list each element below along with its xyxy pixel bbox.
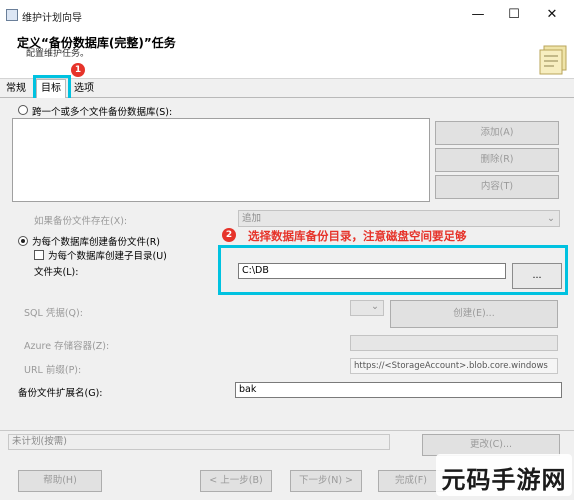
- url-prefix-label: URL 前缀(P):: [24, 365, 82, 376]
- folder-input[interactable]: C:\DB: [238, 263, 506, 279]
- extension-label: 备份文件扩展名(G):: [18, 388, 103, 399]
- back-button[interactable]: < 上一步(B): [200, 470, 272, 492]
- azure-container-select[interactable]: [350, 335, 558, 351]
- add-button[interactable]: 添加(A): [435, 121, 559, 145]
- tab-general[interactable]: 常规: [2, 81, 30, 97]
- per-db-label: 为每个数据库创建备份文件(R): [32, 237, 161, 248]
- span-files-label: 跨一个或多个文件备份数据库(S):: [32, 107, 173, 118]
- azure-container-label: Azure 存储容器(Z):: [24, 341, 110, 352]
- annotation-note: 选择数据库备份目录，注意磁盘空间要足够: [248, 229, 467, 243]
- subdir-checkbox[interactable]: [34, 250, 44, 260]
- sql-credential-label: SQL 凭据(Q):: [24, 308, 83, 319]
- wizard-app-icon: [6, 9, 18, 21]
- next-button[interactable]: 下一步(N) >: [290, 470, 362, 492]
- schedule-field: 未计划(按需): [8, 434, 390, 450]
- span-files-radio[interactable]: [18, 105, 28, 115]
- change-schedule-button[interactable]: 更改(C)...: [422, 434, 560, 456]
- extension-input[interactable]: bak: [235, 382, 562, 398]
- finish-button[interactable]: 完成(F): [378, 470, 444, 492]
- if-exists-value: 追加: [242, 213, 262, 224]
- contents-button[interactable]: 内容(T): [435, 175, 559, 199]
- per-db-radio[interactable]: [18, 236, 28, 246]
- tab-options[interactable]: 选项: [70, 81, 98, 97]
- step-badge-1: 1: [71, 63, 85, 77]
- window-title: 维护计划向导: [22, 13, 82, 24]
- maximize-icon[interactable]: ☐: [504, 6, 524, 24]
- help-button[interactable]: 帮助(H): [18, 470, 102, 492]
- close-icon[interactable]: ✕: [542, 6, 562, 24]
- step-badge-2: 2: [222, 228, 236, 242]
- minimize-icon[interactable]: —: [468, 6, 488, 24]
- page-subtitle: 配置维护任务。: [26, 49, 90, 59]
- if-exists-label: 如果备份文件存在(X):: [34, 216, 128, 227]
- if-exists-select[interactable]: 追加 ⌄: [238, 210, 560, 227]
- create-credential-button[interactable]: 创建(E)...: [390, 300, 558, 328]
- folder-label: 文件夹(L):: [34, 267, 79, 278]
- url-prefix-input[interactable]: https://<StorageAccount>.blob.core.windo…: [350, 358, 558, 374]
- remove-button[interactable]: 删除(R): [435, 148, 559, 172]
- watermark-text: 元码手游网: [441, 465, 567, 494]
- site-watermark: 元码手游网: [436, 454, 572, 496]
- sql-credential-select[interactable]: ⌄: [350, 300, 384, 316]
- browse-button[interactable]: ...: [512, 263, 562, 289]
- backup-files-listbox[interactable]: [12, 118, 430, 202]
- footer-divider: [0, 430, 574, 431]
- chevron-down-icon: ⌄: [547, 213, 555, 224]
- subdir-label: 为每个数据库创建子目录(U): [48, 251, 167, 262]
- chevron-down-icon: ⌄: [371, 301, 379, 312]
- wizard-banner-icon: [539, 45, 567, 75]
